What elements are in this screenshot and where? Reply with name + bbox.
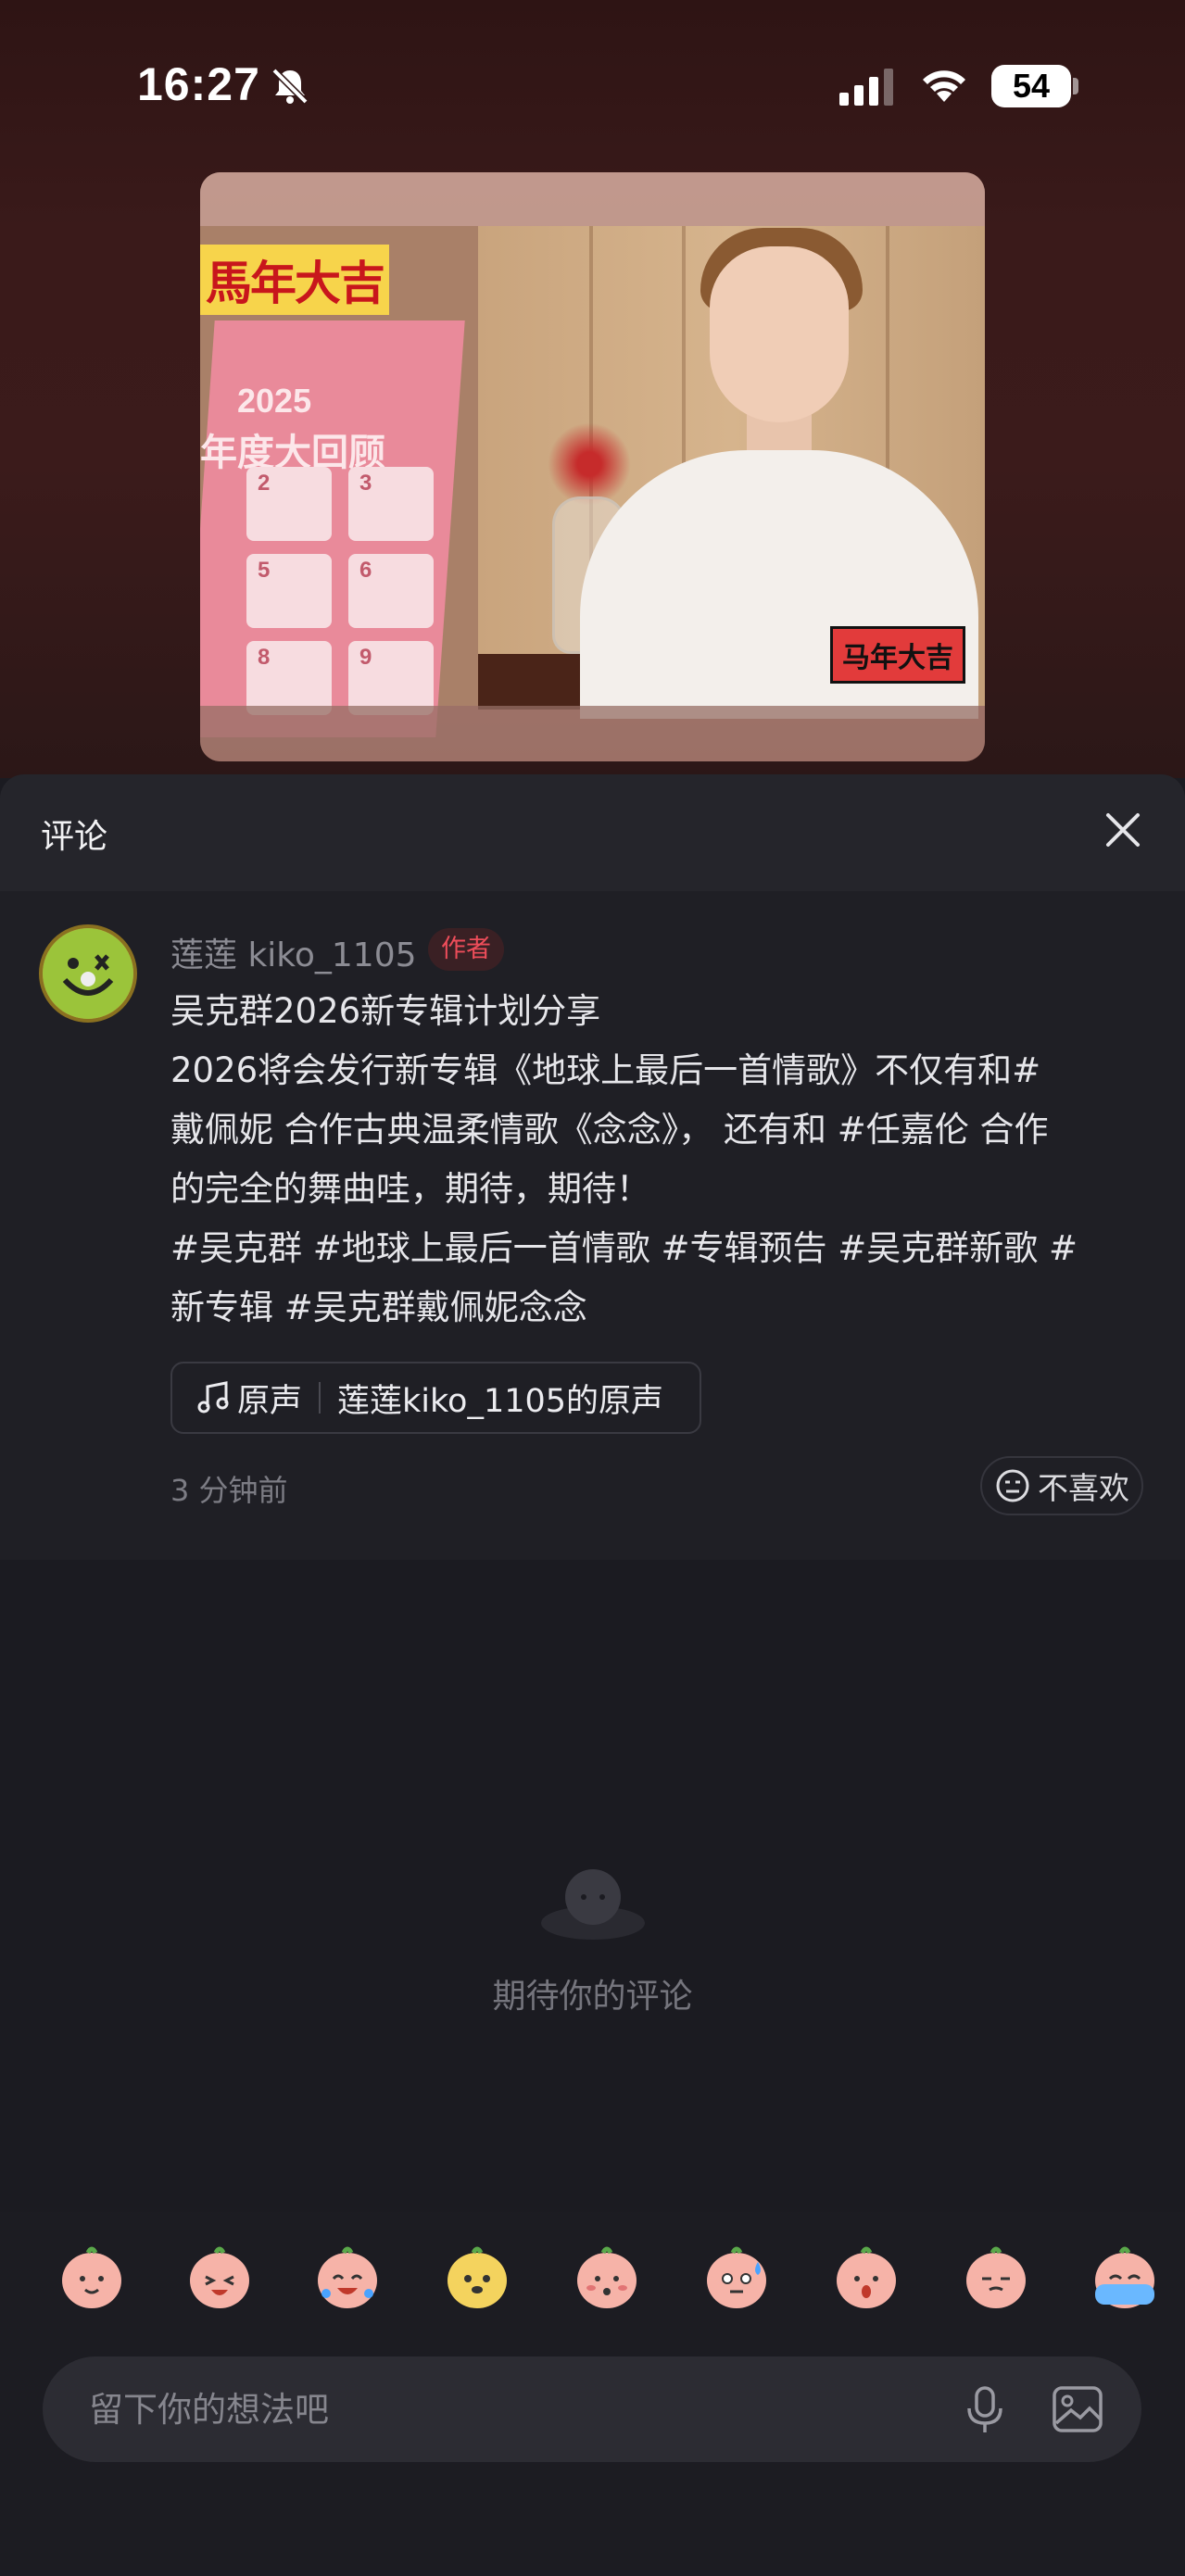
image-picker-icon[interactable] (1051, 2382, 1104, 2436)
smiley-avatar-icon (43, 928, 133, 1019)
person-face (710, 246, 849, 422)
comment-timestamp: 3 分钟前 (170, 1473, 288, 1508)
comment-line: 戴佩妮 合作古典温柔情歌《念念》， 还有和 #任嘉伦 合作 (170, 1110, 1049, 1150)
smile-emoji-icon[interactable] (57, 2242, 126, 2310)
comment-line: 新专辑 #吴克群戴佩妮念念 (170, 1288, 587, 1327)
comment-line: 的完全的舞曲哇，期待，期待！ (170, 1169, 650, 1209)
battery-tip (1073, 78, 1078, 94)
calendar-cell: 8 (246, 641, 332, 715)
dog-emoji-icon[interactable] (443, 2242, 511, 2310)
comment-line: 吴克群2026新专辑计划分享 (170, 991, 601, 1031)
music-source: 莲莲kiko_1105的原声 (337, 1382, 664, 1420)
calendar-year: 2025 (237, 382, 312, 420)
bell-muted-icon (271, 68, 309, 105)
music-note-icon (197, 1381, 229, 1414)
original-sound-chip[interactable]: 原声 莲莲kiko_1105的原声 (170, 1362, 701, 1434)
video-badge-bottom: 马年大吉 (830, 626, 965, 684)
music-label: 原声 (237, 1382, 303, 1420)
empty-comments-icon (541, 1869, 645, 1940)
author-tag-badge: 作者 (428, 928, 504, 971)
cry-laugh-emoji-icon[interactable] (313, 2242, 382, 2310)
calendar-cell: 2 (246, 467, 332, 541)
video-dim-top (200, 172, 985, 226)
close-icon[interactable] (1101, 808, 1145, 852)
comment-line: 2026将会发行新专辑《地球上最后一首情歌》不仅有和# (170, 1050, 1041, 1090)
empty-comments-text: 期待你的评论 (492, 1978, 693, 2016)
laugh-tears-emoji-icon[interactable] (185, 2242, 254, 2310)
shy-emoji-icon[interactable] (573, 2242, 641, 2310)
microphone-icon[interactable] (960, 2384, 1010, 2434)
video-thumbnail[interactable]: 2025 年度大回顾 2 3 5 6 8 9 馬年大吉 马年大吉 (200, 172, 985, 761)
comment-line: #吴克群 #地球上最后一首情歌 #专辑预告 #吴克群新歌 # (170, 1228, 1078, 1268)
surprised-emoji-icon[interactable] (832, 2242, 901, 2310)
wifi-icon (923, 70, 965, 102)
comment-sheet-header: 评论 (0, 774, 1185, 891)
dislike-label: 不喜欢 (1038, 1470, 1129, 1506)
dislike-button[interactable]: 不喜欢 (980, 1456, 1143, 1515)
red-flowers (548, 422, 631, 506)
video-dim-bottom (200, 706, 985, 761)
author-name[interactable]: 莲莲 kiko_1105 (170, 928, 417, 976)
sheet-title: 评论 (41, 818, 108, 856)
calendar-cell: 5 (246, 554, 332, 628)
status-time: 16:27 (137, 58, 260, 110)
battery-indicator: 54 (991, 65, 1071, 107)
video-badge-top: 馬年大吉 (200, 245, 389, 315)
calendar-cell: 6 (348, 554, 434, 628)
sweat-emoji-icon[interactable] (702, 2242, 771, 2310)
music-divider (319, 1382, 321, 1414)
avatar[interactable] (39, 924, 137, 1023)
comment-text: 吴克群2026新专辑计划分享 2026将会发行新专辑《地球上最后一首情歌》不仅有… (170, 982, 1153, 1338)
calendar-cell: 3 (348, 467, 434, 541)
cellular-signal-icon (839, 69, 893, 106)
crying-emoji-icon[interactable] (1088, 2242, 1162, 2310)
status-bar: 16:27 54 (0, 0, 1185, 176)
calendar-cell: 9 (348, 641, 434, 715)
pick-nose-emoji-icon[interactable] (962, 2242, 1030, 2310)
neutral-face-icon (996, 1469, 1029, 1502)
video-background: 16:27 54 2025 年度大回顾 2 3 5 6 8 9 馬年大吉 马年大… (0, 0, 1185, 778)
